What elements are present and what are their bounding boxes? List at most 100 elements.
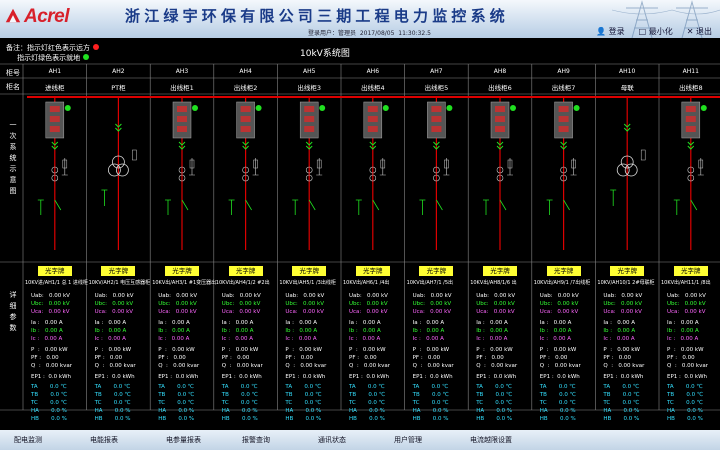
status-light [255, 105, 262, 111]
cabinet-name: 出线柜1 [170, 84, 194, 92]
temperature-reading: TB 0.0 ℃ [158, 392, 195, 398]
status-light [573, 105, 580, 111]
temperature-reading: TA 0.0 ℃ [221, 384, 258, 390]
current-reading: Ia : 0.00 A [285, 320, 317, 326]
voltage-reading: Uca: 0.00 kV [158, 309, 197, 315]
breaker-flag [177, 106, 187, 112]
temperature-reading: TA 0.0 ℃ [476, 384, 512, 390]
temperature-reading: TB 0.0 ℃ [285, 392, 322, 398]
humidity-reading: HA 0.0 % [412, 408, 449, 414]
temperature-reading: TA 0.0 ℃ [667, 384, 703, 390]
status-light [446, 105, 453, 111]
current-reading: Ib : 0.00 A [412, 328, 445, 334]
cabinet-name: PT柜 [111, 84, 126, 92]
signal-panel-button[interactable]: 光字牌 [37, 266, 72, 276]
power-reading: Q : 0.00 kvar [539, 363, 581, 369]
fuse-mark [132, 149, 137, 161]
energy-reading: EP1 : 0.0 kWh [412, 374, 453, 380]
footer-menu-item[interactable]: 配电监测 [0, 430, 76, 450]
current-reading: Ic : 0.00 A [94, 336, 126, 342]
signal-panel-button[interactable]: 光字牌 [165, 266, 199, 276]
humidity-reading: HA 0.0 % [158, 408, 195, 414]
temperature-reading: TB 0.0 ℃ [476, 392, 513, 398]
humidity-reading: HA 0.0 % [94, 408, 131, 414]
voltage-reading: Ubc: 0.00 kV [31, 301, 70, 307]
power-reading: PF : 0.00 [667, 355, 695, 361]
cabinet-name: 出线柜3 [297, 84, 321, 92]
footer-menu-item[interactable]: 电能报表 [76, 430, 152, 450]
power-reading: PF : 0.00 [349, 355, 377, 361]
signal-panel-button[interactable]: 光字牌 [546, 266, 581, 276]
signal-panel-button[interactable]: 光字牌 [101, 266, 136, 276]
footer-menu-item[interactable]: 电参量报表 [152, 430, 228, 450]
breaker-flag [304, 116, 315, 122]
earth-switch [419, 199, 426, 215]
energy-reading: EP1 : 0.0 kWh [349, 374, 389, 380]
breaker-flag [431, 116, 442, 122]
footer-menu-item[interactable]: 通讯状态 [304, 430, 380, 450]
energy-reading: EP1 : 0.0 kWh [603, 374, 644, 380]
power-reading: PF : 0.00 [31, 355, 59, 361]
current-reading: Ic : 0.00 A [667, 336, 699, 342]
switch-mark [563, 199, 570, 211]
voltage-reading: Ubc: 0.00 kV [158, 301, 197, 307]
current-reading: Ib : 0.00 A [539, 328, 572, 334]
current-reading: Ib : 0.00 A [158, 328, 190, 334]
breaker-flag [685, 106, 696, 112]
signal-panel-button[interactable]: 光字牌 [228, 266, 263, 276]
energy-reading: EP1 : 0.0 kWh [221, 374, 262, 380]
power-reading: PF : 0.00 [603, 355, 631, 361]
signal-panel-button[interactable]: 光字牌 [610, 266, 645, 276]
power-reading: PF : 0.00 [539, 355, 568, 361]
current-reading: Ic : 0.00 A [603, 336, 635, 342]
voltage-reading: Uca: 0.00 kV [412, 309, 452, 315]
breaker-flag [240, 126, 251, 132]
energy-reading: EP1 : 0.0 kWh [285, 374, 326, 380]
current-reading: Ia : 0.00 A [476, 320, 508, 326]
voltage-reading: Uab: 0.00 kV [476, 293, 516, 299]
switch-mark [372, 199, 380, 211]
switch-mark [499, 199, 507, 211]
voltage-reading: Uab: 0.00 kV [285, 293, 325, 299]
earth-switch [101, 189, 108, 206]
breaker-flag [304, 126, 315, 132]
humidity-reading: HB 0.0 % [412, 416, 449, 422]
status-light [382, 105, 389, 111]
earth-switch [228, 199, 235, 215]
current-reading: Ic : 0.00 A [221, 336, 254, 342]
signal-panel-button[interactable]: 光字牌 [673, 266, 708, 276]
voltage-reading: Uab: 0.00 kV [158, 293, 198, 299]
power-reading: PF : 0.00 [412, 355, 441, 361]
breaker-flag [431, 126, 442, 132]
voltage-reading: Ubc: 0.00 kV [285, 301, 324, 307]
current-reading: Ia : 0.00 A [94, 320, 127, 326]
energy-reading: EP1 : 0.0 kWh [158, 374, 199, 380]
signal-panel-button[interactable]: 光字牌 [483, 266, 517, 276]
breaker-flag [49, 106, 60, 112]
footer-menu-item[interactable]: 报警查询 [228, 430, 304, 450]
current-reading: Ic : 0.00 A [349, 336, 381, 342]
footer-menu-item[interactable]: 用户管理 [380, 430, 456, 450]
humidity-reading: HA 0.0 % [221, 408, 258, 414]
footer-menu-item[interactable]: 电流越限设置 [456, 430, 532, 450]
voltage-reading: Uab: 0.00 kV [31, 293, 70, 299]
signal-panel-button[interactable]: 光字牌 [355, 266, 390, 276]
earth-switch [292, 199, 299, 215]
signal-panel-button[interactable]: 光字牌 [419, 266, 454, 276]
temperature-reading: TA 0.0 ℃ [94, 384, 131, 390]
cabinet-code: AH9 [557, 68, 570, 75]
energy-reading: EP1 : 0.0 kWh [31, 374, 71, 380]
feeder-label: 10KV进/AH1/1 总 1 进线柜 [25, 280, 88, 286]
energy-reading: EP1 : 0.0 kWh [476, 374, 517, 380]
temperature-reading: TC 0.0 ℃ [539, 400, 576, 406]
signal-panel-button[interactable]: 光字牌 [292, 266, 327, 276]
power-reading: P : 0.00 kW [603, 347, 640, 353]
cabinet-code: AH8 [493, 68, 507, 75]
breaker-flag [495, 116, 505, 122]
status-light [319, 105, 326, 111]
temperature-reading: TA 0.0 ℃ [412, 384, 449, 390]
current-reading: Ib : 0.00 A [476, 328, 508, 334]
cabinet-code: AH6 [366, 68, 380, 75]
feeder-label: 10KV出/AH9/1 /7出线柜 [533, 280, 591, 286]
voltage-reading: Ubc: 0.00 kV [221, 301, 261, 307]
